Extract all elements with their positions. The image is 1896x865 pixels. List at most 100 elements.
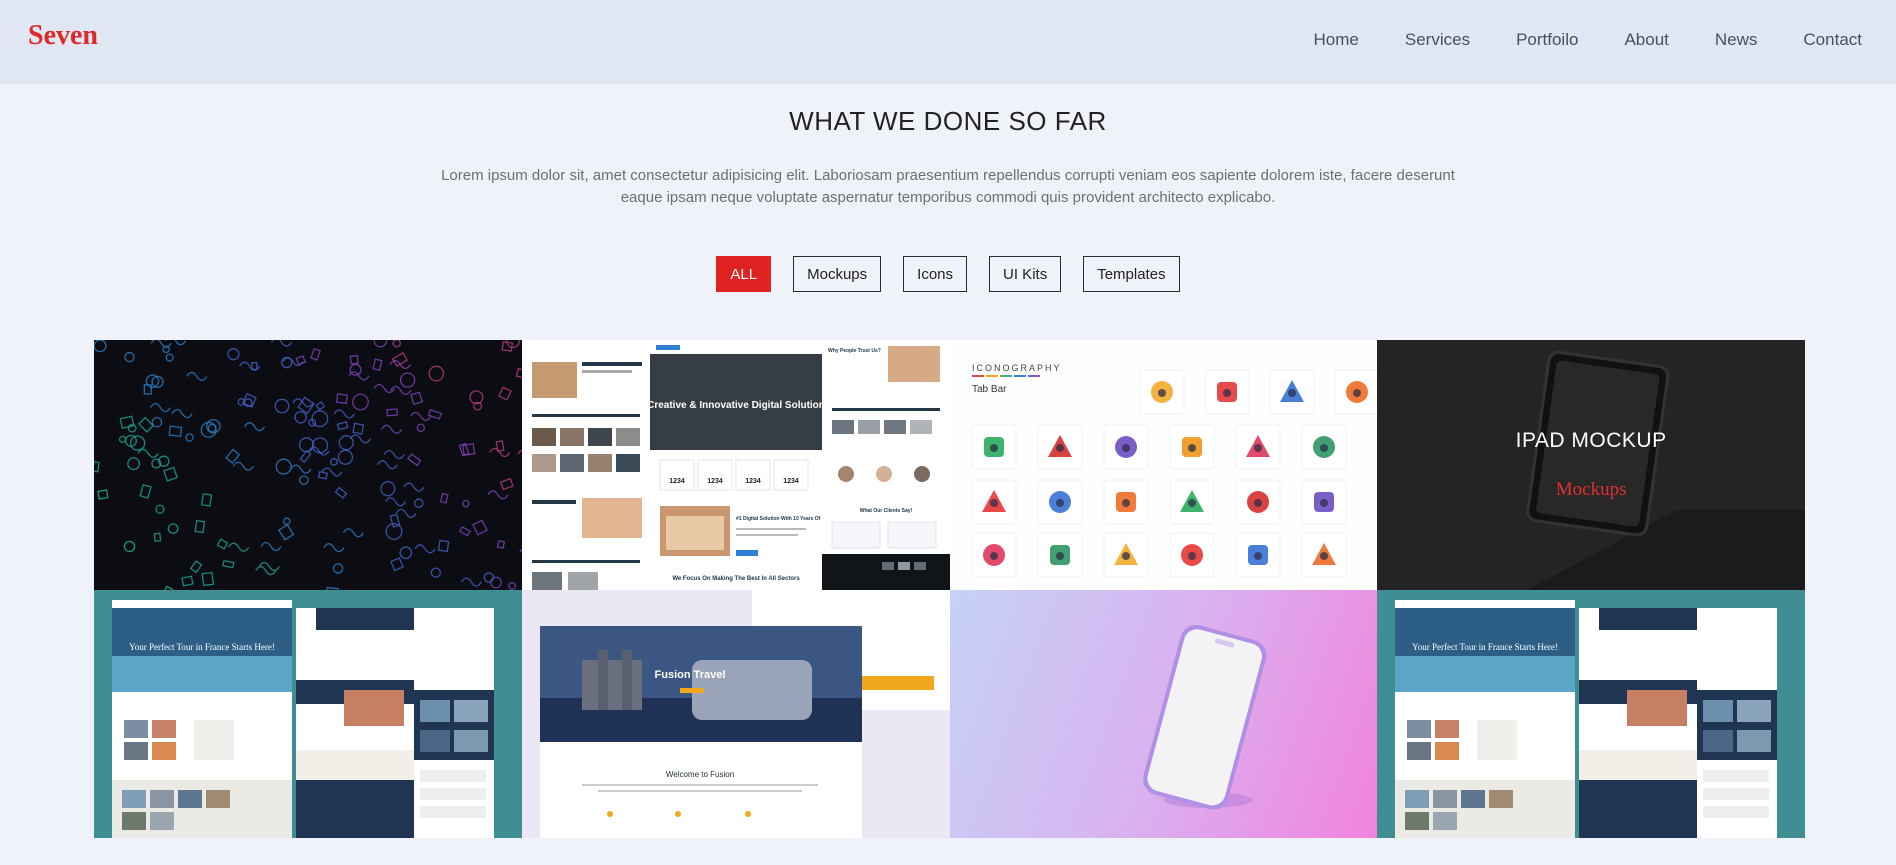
doodle-shape	[167, 523, 179, 535]
doodle-shape	[383, 449, 405, 460]
filter-all[interactable]: ALL	[716, 256, 772, 292]
portfolio-item-phone-mockup[interactable]	[949, 590, 1378, 838]
doodle-shape	[373, 340, 388, 348]
doodle-shape	[94, 340, 107, 353]
doodle-shape	[462, 499, 470, 508]
portfolio-item-category[interactable]: Mockups	[1556, 479, 1627, 501]
video-icon	[1103, 424, 1148, 470]
fusion-hero-title: Fusion Travel	[654, 669, 725, 681]
section-title: WHAT WE DONE SO FAR	[789, 106, 1107, 136]
coin-icon	[1037, 479, 1082, 525]
doodle-shape	[299, 475, 309, 486]
doodle-shape	[407, 453, 422, 467]
doodle-shape	[137, 448, 159, 459]
doodle-shape	[458, 525, 471, 537]
doodle-shape	[333, 409, 355, 419]
doodle-shape	[332, 563, 344, 574]
main-nav: Home Services Portfoilo About News Conta…	[1268, 30, 1862, 50]
doodle-pattern-image	[94, 340, 522, 590]
doodle-shape	[495, 440, 505, 452]
nav-about[interactable]: About	[1624, 30, 1668, 50]
portfolio-item-travel-template-2[interactable]: Your Perfect Tour in France Starts Here!	[1377, 590, 1805, 838]
shield-icon	[971, 532, 1016, 578]
doodle-shape	[395, 508, 417, 518]
doodle-shape	[414, 544, 436, 554]
doodle-shape	[200, 493, 213, 507]
doodle-shape	[386, 408, 399, 417]
doodle-shape	[416, 423, 426, 433]
filter-icons[interactable]: Icons	[903, 256, 968, 292]
toggle-icon	[1269, 369, 1314, 415]
doodle-shape	[439, 492, 449, 504]
nav-services[interactable]: Services	[1405, 30, 1470, 50]
filter-templates[interactable]: Templates	[1083, 256, 1180, 292]
portfolio-item-ipad-mockup[interactable]: IPAD MOCKUP Mockups	[1377, 340, 1805, 590]
doodle-shape	[311, 410, 329, 428]
doodle-shape	[472, 519, 488, 536]
doodle-shape	[352, 393, 369, 411]
doodle-shape	[119, 415, 135, 430]
sliders-icon	[1169, 532, 1214, 578]
doodle-shape	[207, 423, 217, 433]
doodle-shape	[127, 457, 141, 471]
travel-hero-headline-2: Your Perfect Tour in France Starts Here!	[1412, 642, 1558, 652]
section-description: Lorem ipsum dolor sit, amet consectetur …	[441, 167, 1455, 206]
doodle-shape	[251, 361, 258, 371]
doodle-shape	[390, 557, 404, 572]
filter-ui-kits[interactable]: UI Kits	[989, 256, 1062, 292]
portfolio-item-travel-template[interactable]: Your Perfect Tour in France Starts Here!	[94, 590, 522, 838]
doodle-shape	[244, 422, 266, 432]
nav-contact[interactable]: Contact	[1803, 30, 1862, 50]
doodle-shape	[186, 371, 208, 382]
doodle-shape	[381, 424, 403, 434]
iconography-eyebrow: ICONOGRAPHY	[972, 363, 1062, 373]
portfolio-item-overlay: IPAD MOCKUP Mockups	[1377, 340, 1805, 590]
doodle-shape	[149, 402, 171, 413]
portfolio-item-pattern[interactable]	[94, 340, 522, 590]
doodle-shape	[123, 540, 136, 553]
megaphone-icon	[971, 479, 1016, 525]
doodle-shape	[153, 532, 162, 543]
doodle-shape	[336, 421, 349, 431]
filter-mockups[interactable]: Mockups	[793, 256, 882, 292]
portfolio-item-fusion-travel[interactable]: Fusion Travel Welcome to Fusion	[521, 590, 950, 838]
website-stat-3: 1234	[745, 478, 761, 485]
nav-portfolio[interactable]: Portfoilo	[1516, 30, 1578, 50]
gear-icon	[1301, 479, 1346, 525]
doodle-shape	[323, 543, 345, 553]
doodle-shape	[283, 517, 291, 526]
doodle-shape	[311, 437, 329, 454]
wallet-icon	[1235, 424, 1280, 470]
nav-home[interactable]: Home	[1314, 30, 1359, 50]
doodle-shape	[189, 560, 203, 574]
document-icon	[1037, 532, 1082, 578]
travel-template-image: Your Perfect Tour in France Starts Here!	[94, 590, 522, 838]
doodle-shape	[389, 359, 411, 370]
doodle-shape	[496, 539, 506, 549]
doodle-shape	[483, 572, 495, 583]
doodle-shape	[315, 401, 326, 411]
portfolio-item-iconography[interactable]: ICONOGRAPHY Tab Bar	[949, 340, 1378, 590]
bus-icon	[1301, 532, 1346, 578]
doodle-shape	[392, 340, 401, 348]
nav-news[interactable]: News	[1715, 30, 1758, 50]
doodle-shape	[342, 528, 364, 538]
sun-icon	[1037, 424, 1082, 470]
doodle-shape	[201, 571, 215, 587]
doodle-shape	[380, 481, 396, 497]
doodle-shape	[337, 449, 354, 465]
doodle-shape	[124, 351, 135, 363]
doodle-shape	[94, 461, 100, 473]
doodle-shape	[498, 386, 512, 401]
doodle-shape	[275, 458, 292, 475]
doodle-shape	[489, 447, 511, 458]
doodle-shape	[277, 523, 295, 541]
brand-logo[interactable]: Seven	[28, 20, 98, 52]
portfolio-item-website-template[interactable]: Creative & Innovative Digital Solution 1…	[521, 340, 950, 590]
doodle-shape	[334, 486, 348, 499]
doodle-shape	[225, 448, 241, 464]
doodle-shape	[335, 393, 348, 405]
doodle-shape	[97, 489, 109, 500]
phone-mockup-image	[1142, 625, 1266, 810]
travel-template-image-2: Your Perfect Tour in France Starts Here!	[1377, 590, 1805, 838]
